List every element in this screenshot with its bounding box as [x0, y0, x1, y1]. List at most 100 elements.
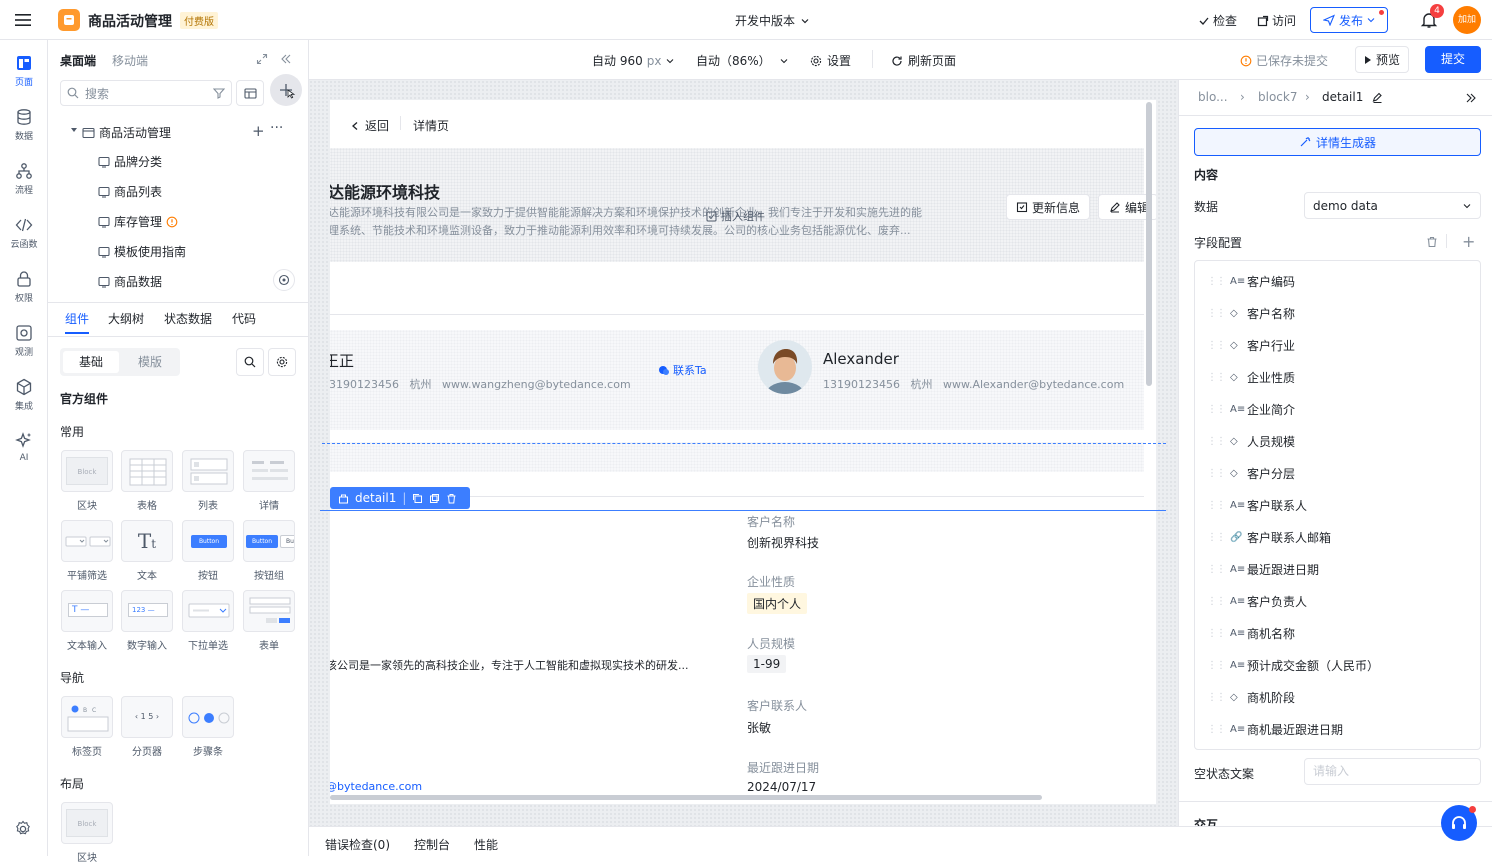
component-table[interactable]: 表格 — [121, 450, 173, 512]
segment-basic[interactable]: 基础 — [63, 351, 119, 373]
drag-handle-icon[interactable]: ⋮⋮ — [1207, 308, 1226, 319]
more-icon[interactable]: ··· — [270, 120, 283, 136]
vertical-scrollbar[interactable] — [1146, 102, 1152, 386]
width-select[interactable]: 自动 960 px — [592, 52, 675, 69]
drag-handle-icon[interactable]: ⋮⋮ — [1207, 500, 1226, 511]
component-number-input[interactable]: 123 — 数字输入 — [121, 590, 173, 652]
component-steps[interactable]: 步骤条 — [182, 696, 234, 758]
avatar[interactable]: 加加 — [1453, 6, 1481, 34]
tree-item[interactable]: 商品列表 — [98, 183, 162, 200]
component-search-button[interactable] — [236, 348, 264, 376]
collapse-panel-icon[interactable] — [280, 53, 292, 65]
field-config-item[interactable]: ⋮⋮ A≡ 商机最近跟进日期 — [1207, 721, 1343, 738]
tab-outline[interactable]: 大纲树 — [108, 310, 144, 327]
tree-item[interactable]: 模板使用指南 — [98, 243, 186, 260]
tree-item[interactable]: 品牌分类 — [98, 153, 162, 170]
component-button-group[interactable]: Button Bu 按钮组 — [243, 520, 295, 582]
check-button[interactable]: 检查 — [1198, 12, 1237, 29]
nav-permission[interactable]: 权限 — [0, 266, 48, 314]
drag-handle-icon[interactable]: ⋮⋮ — [1207, 628, 1226, 639]
field-config-item[interactable]: ⋮⋮ ◇ 客户分层 — [1207, 465, 1295, 482]
locate-icon[interactable] — [273, 269, 295, 291]
add-field-icon[interactable]: + — [1462, 232, 1475, 251]
nav-page[interactable]: 页面 — [0, 50, 48, 98]
drag-handle-icon[interactable]: ⋮⋮ — [1207, 372, 1226, 383]
tree-item[interactable]: 商品数据 — [98, 273, 162, 290]
tab-mobile[interactable]: 移动端 — [112, 52, 148, 69]
contact-link[interactable]: 联系Ta — [658, 362, 707, 378]
help-chat-button[interactable] — [1441, 805, 1477, 841]
drag-handle-icon[interactable]: ⋮⋮ — [1207, 596, 1226, 607]
drag-handle-icon[interactable]: ⋮⋮ — [1207, 532, 1226, 543]
tab-components[interactable]: 组件 — [65, 310, 89, 327]
selected-component-tag[interactable]: detail1 | — [330, 487, 470, 509]
visit-button[interactable]: 访问 — [1257, 12, 1296, 29]
component-select[interactable]: 下拉单选 — [182, 590, 234, 652]
field-config-item[interactable]: ⋮⋮ ◇ 企业性质 — [1207, 369, 1295, 386]
collapse-right-icon[interactable] — [1465, 92, 1477, 104]
rename-icon[interactable] — [1372, 92, 1383, 103]
component-text[interactable]: Tt 文本 — [121, 520, 173, 582]
nav-integration[interactable]: 集成 — [0, 374, 48, 422]
drag-handle-icon[interactable]: ⋮⋮ — [1207, 724, 1226, 735]
drag-handle-icon[interactable]: ⋮⋮ — [1207, 436, 1226, 447]
left-email[interactable]: @bytedance.com — [330, 780, 422, 793]
breadcrumb-item[interactable]: blo... — [1198, 90, 1228, 104]
tab-console[interactable]: 控制台 — [414, 836, 450, 853]
insert-component-hint[interactable]: 插入组件 — [706, 208, 765, 224]
field-config-item[interactable]: ⋮⋮ 🔗 客户联系人邮箱 — [1207, 529, 1331, 546]
publish-button[interactable]: 发布 — [1310, 7, 1388, 33]
back-button[interactable]: 返回 — [350, 117, 389, 134]
horizontal-scrollbar[interactable] — [330, 795, 1042, 800]
component-block[interactable]: Block 区块 — [61, 450, 113, 512]
field-config-item[interactable]: ⋮⋮ A≡ 客户负责人 — [1207, 593, 1307, 610]
settings-button[interactable]: 设置 — [810, 52, 851, 69]
segment-template[interactable]: 模版 — [122, 351, 178, 373]
submit-button[interactable]: 提交 — [1425, 46, 1481, 73]
copy-icon[interactable] — [412, 493, 423, 504]
field-config-item[interactable]: ⋮⋮ A≡ 预计成交金额（人民币） — [1207, 657, 1379, 674]
drag-handle-icon[interactable]: ⋮⋮ — [1207, 404, 1226, 415]
search-input[interactable]: 搜索 — [60, 80, 232, 106]
drag-handle-icon[interactable]: ⋮⋮ — [1207, 468, 1226, 479]
field-config-item[interactable]: ⋮⋮ A≡ 最近跟进日期 — [1207, 561, 1319, 578]
filter-icon[interactable] — [213, 87, 225, 99]
tab-code[interactable]: 代码 — [232, 310, 256, 327]
detail-generator-button[interactable]: 详情生成器 — [1194, 128, 1481, 156]
settings-icon[interactable] — [14, 820, 32, 838]
add-page-button[interactable] — [270, 74, 302, 106]
field-config-item[interactable]: ⋮⋮ A≡ 企业简介 — [1207, 401, 1295, 418]
expand-icon[interactable] — [256, 53, 268, 65]
nav-cloud-function[interactable]: 云函数 — [0, 212, 48, 260]
nav-data[interactable]: 数据 — [0, 104, 48, 152]
menu-icon[interactable] — [14, 11, 32, 29]
nav-ai[interactable]: AI — [0, 428, 48, 476]
nav-flow[interactable]: 流程 — [0, 158, 48, 206]
zoom-select[interactable]: 自动（86%） — [696, 52, 789, 69]
trash-icon[interactable] — [446, 493, 457, 504]
component-detail[interactable]: 详情 — [243, 450, 295, 512]
tree-item[interactable]: 库存管理 — [98, 213, 178, 230]
component-block[interactable]: Block 区块 — [61, 802, 113, 864]
tab-state[interactable]: 状态数据 — [164, 310, 212, 327]
duplicate-icon[interactable] — [429, 493, 440, 504]
insert-zone[interactable] — [330, 442, 1144, 472]
refresh-button[interactable]: 刷新页面 — [891, 52, 956, 69]
field-config-item[interactable]: ⋮⋮ ◇ 商机阶段 — [1207, 689, 1295, 706]
component-form[interactable]: 表单 — [243, 590, 295, 652]
drag-handle-icon[interactable]: ⋮⋮ — [1207, 276, 1226, 287]
tree-add-icon[interactable]: + — [252, 122, 265, 140]
component-list[interactable]: 列表 — [182, 450, 234, 512]
component-settings-button[interactable] — [268, 348, 296, 376]
caret-down-icon[interactable] — [70, 126, 78, 134]
tab-desktop[interactable]: 桌面端 — [60, 52, 96, 69]
field-config-item[interactable]: ⋮⋮ ◇ 客户行业 — [1207, 337, 1295, 354]
nav-observe[interactable]: 观测 — [0, 320, 48, 368]
preview-button[interactable]: 预览 — [1355, 46, 1409, 73]
field-config-item[interactable]: ⋮⋮ ◇ 人员规模 — [1207, 433, 1295, 450]
trash-icon[interactable] — [1426, 236, 1438, 248]
component-button[interactable]: Button 按钮 — [182, 520, 234, 582]
field-config-item[interactable]: ⋮⋮ ◇ 客户名称 — [1207, 305, 1295, 322]
drag-handle-icon[interactable]: ⋮⋮ — [1207, 692, 1226, 703]
tree-root[interactable]: 商品活动管理 — [82, 124, 171, 141]
